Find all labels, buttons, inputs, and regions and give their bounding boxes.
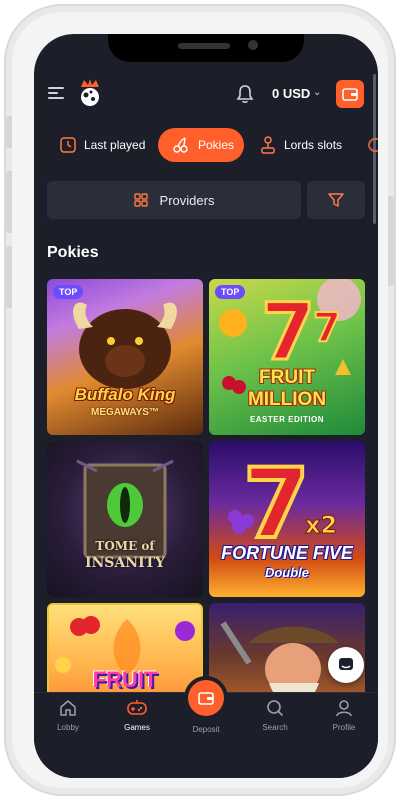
app-screen: 0 USD ⌄ Last played Pokies Lords slots P… [34,34,378,778]
speaker [178,43,230,49]
game-title: FRUIT [92,667,158,692]
game-subtitle: MEGAWAYS™ [91,407,159,418]
game-title: FRUIT [259,367,315,388]
search-icon [267,700,284,717]
nav-label: Lobby [57,723,79,732]
balance-display[interactable]: 0 USD [272,86,310,101]
top-badge: TOP [53,285,84,299]
joystick-icon [261,136,275,154]
section-title: Pokies [47,244,99,261]
volume-down-button [6,246,12,308]
game-tile[interactable]: TOME of INSANITY [47,441,203,597]
game-title: Buffalo King [74,385,176,404]
nav-games[interactable]: Games [107,699,167,732]
game-title: FORTUNE FIVE [221,543,353,563]
seven-fruit-artwork: 7 7 [219,279,361,394]
nav-search[interactable]: Search [245,699,305,732]
tab-last-played[interactable]: Last played [52,128,160,162]
game-subtitle: Double [264,565,310,580]
top-badge: TOP [215,285,246,299]
game-title-line2: MILLION [247,389,327,410]
home-icon [60,700,76,716]
notch [108,34,304,62]
providers-label: Providers [159,192,215,208]
deposit-button[interactable] [188,680,224,716]
wallet-button[interactable] [336,80,364,108]
svg-text:x2: x2 [305,511,337,539]
tab-label: Lords slots [284,138,343,152]
nav-profile[interactable]: Profile [314,699,374,732]
filter-button[interactable] [307,181,365,219]
tab-label: Pokies [198,138,235,152]
bell-icon[interactable] [236,84,254,104]
front-camera [248,40,258,50]
nav-label: Search [262,723,288,732]
category-tabs: Last played Pokies Lords slots [34,128,378,162]
chat-button[interactable] [328,647,364,683]
volume-up-button [6,171,12,233]
user-icon [336,700,352,717]
power-button [388,196,394,286]
game-title-line2: INSANITY [84,555,166,571]
tab-lords-slots[interactable]: Lords slots [256,128,366,162]
menu-icon[interactable] [48,87,64,99]
tab-pokies[interactable]: Pokies [158,128,244,162]
wallet-icon [198,692,214,705]
gamepad-icon [127,700,147,715]
app-header: 0 USD ⌄ [34,74,378,116]
nav-label: Deposit [192,725,220,734]
chevron-down-icon[interactable]: ⌄ [313,87,321,98]
game-title: TOME of [95,539,155,553]
wallet-icon [342,88,358,101]
next-tab-peek[interactable] [368,138,378,152]
book-artwork [76,459,174,559]
nav-lobby[interactable]: Lobby [38,699,98,732]
chat-icon [339,658,353,670]
svg-text:7: 7 [261,288,315,378]
brand-logo[interactable] [76,78,104,108]
mute-switch [6,116,12,148]
nav-label: Profile [332,723,356,732]
nav-label: Games [124,723,150,732]
game-tile[interactable]: TOP 7 7 FRUIT MILLION EASTER EDITION [209,279,365,435]
filter-icon [328,193,344,207]
game-tile[interactable]: TOP Buffalo King MEGAWAYS™ [47,279,203,435]
cherry-icon [173,137,188,153]
svg-text:7: 7 [313,305,341,351]
game-subtitle: EASTER EDITION [249,415,325,424]
phone-frame: 0 USD ⌄ Last played Pokies Lords slots P… [6,6,394,794]
grid-icon [133,193,148,207]
tab-label: Last played [84,138,146,152]
game-tile[interactable]: 7 x2 FORTUNE FIVE Double [209,441,365,597]
providers-button[interactable]: Providers [47,181,301,219]
clock-icon [60,137,76,153]
